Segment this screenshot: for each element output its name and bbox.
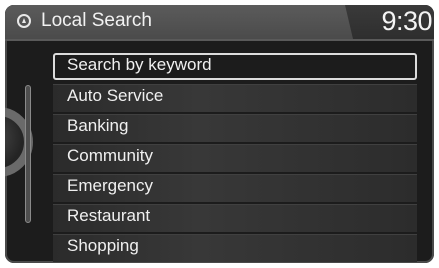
menu-list: Search by keyword Auto Service Banking C… bbox=[53, 53, 417, 263]
menu-item-auto-service[interactable]: Auto Service bbox=[53, 84, 417, 112]
menu-item-community[interactable]: Community bbox=[53, 144, 417, 172]
menu-item-shopping[interactable]: Shopping bbox=[53, 234, 417, 262]
menu-item-emergency[interactable]: Emergency bbox=[53, 174, 417, 202]
menu-item-label: Search by keyword bbox=[67, 55, 212, 74]
menu-item-banking[interactable]: Banking bbox=[53, 114, 417, 142]
menu-item-label: Community bbox=[67, 146, 153, 165]
page-title: Local Search bbox=[41, 10, 152, 31]
nav-screen: Local Search 9:30 Search by keyword Auto… bbox=[5, 5, 434, 263]
header-bar: Local Search 9:30 bbox=[5, 5, 434, 41]
menu-item-search-by-keyword[interactable]: Search by keyword bbox=[53, 53, 417, 80]
menu-item-label: Emergency bbox=[67, 176, 153, 195]
menu-item-label: Shopping bbox=[67, 236, 139, 255]
menu-item-label: Auto Service bbox=[67, 86, 164, 105]
navigation-icon bbox=[17, 14, 31, 28]
menu-item-label: Restaurant bbox=[67, 206, 151, 225]
menu-item-label: Banking bbox=[67, 116, 129, 135]
clock: 9:30 bbox=[381, 6, 432, 36]
menu-item-restaurant[interactable]: Restaurant bbox=[53, 204, 417, 232]
scrollbar[interactable] bbox=[25, 85, 31, 223]
